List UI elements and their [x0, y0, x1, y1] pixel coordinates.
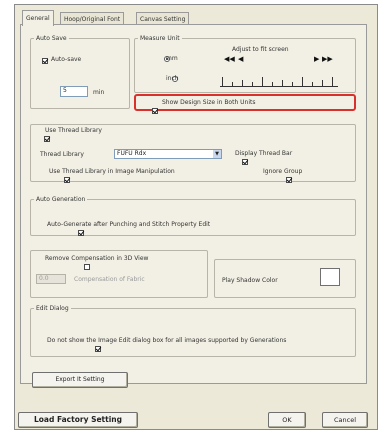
measure-unit-legend: Measure Unit: [140, 35, 180, 42]
cancel-button[interactable]: Cancel: [322, 412, 368, 428]
thread-library-value: FUFU Rdx: [117, 150, 147, 157]
auto-save-unit: min: [93, 89, 105, 96]
auto-save-interval-input[interactable]: 5: [60, 86, 88, 97]
unit-inch-label: inch: [166, 75, 179, 82]
step-back-icon[interactable]: ◀: [238, 56, 243, 63]
unit-mm-label: mm: [166, 55, 178, 62]
shadow-color-label: Play Shadow Color: [222, 277, 278, 284]
ignore-group-label: Ignore Group: [263, 168, 303, 175]
auto-save-group: Auto Save: [30, 35, 130, 109]
use-in-manipulation-label: Use Thread Library in Image Manipulation: [49, 168, 175, 175]
step-forward-icon[interactable]: ▶: [314, 56, 319, 63]
auto-save-legend: Auto Save: [36, 35, 67, 42]
auto-generate-checkbox[interactable]: [78, 230, 85, 236]
do-not-show-edit-dialog-label: Do not show the Image Edit dialog box fo…: [47, 337, 287, 344]
auto-save-checkbox[interactable]: [42, 58, 48, 64]
show-both-units-checkbox[interactable]: [152, 108, 158, 114]
export-setting-button[interactable]: Export It Setting: [32, 372, 128, 388]
thread-library-label: Thread Library: [40, 151, 84, 158]
compensation-value-input[interactable]: 0.0: [36, 274, 66, 284]
load-factory-setting-button[interactable]: Load Factory Setting: [18, 412, 138, 428]
display-thread-bar-checkbox[interactable]: [242, 159, 249, 165]
fast-forward-icon[interactable]: ▶▶: [322, 56, 333, 63]
thread-library-select[interactable]: FUFU Rdx ▼: [114, 149, 222, 159]
ok-button[interactable]: OK: [268, 412, 306, 428]
show-both-units-label: Show Design Size in Both Units: [162, 99, 256, 106]
compensation-fabric-label: Compensation of Fabric: [74, 276, 145, 283]
auto-generation-legend: Auto Generation: [36, 196, 86, 203]
use-thread-library-checkbox[interactable]: [44, 136, 51, 142]
do-not-show-edit-dialog-checkbox[interactable]: [94, 346, 101, 352]
use-thread-library-label: Use Thread Library: [45, 127, 104, 134]
shadow-color-swatch[interactable]: [320, 268, 340, 286]
adjust-fit-label: Adjust to fit screen: [232, 46, 289, 53]
use-in-manipulation-checkbox[interactable]: [64, 177, 71, 183]
rewind-icon[interactable]: ◀◀: [224, 56, 235, 63]
display-thread-bar-label: Display Thread Bar: [235, 150, 293, 157]
dropdown-arrow-icon[interactable]: ▼: [213, 150, 221, 158]
remove-compensation-label: Remove Compensation in 3D View: [45, 255, 151, 262]
remove-compensation-checkbox[interactable]: [84, 264, 91, 270]
edit-dialog-legend: Edit Dialog: [36, 305, 69, 312]
tab-general[interactable]: General: [22, 10, 54, 26]
auto-save-label: Auto-save: [51, 56, 82, 63]
ignore-group-checkbox[interactable]: [286, 177, 293, 183]
edit-dialog-group: Edit Dialog: [30, 305, 356, 357]
auto-generate-label: Auto-Generate after Punching and Stitch …: [47, 221, 211, 228]
